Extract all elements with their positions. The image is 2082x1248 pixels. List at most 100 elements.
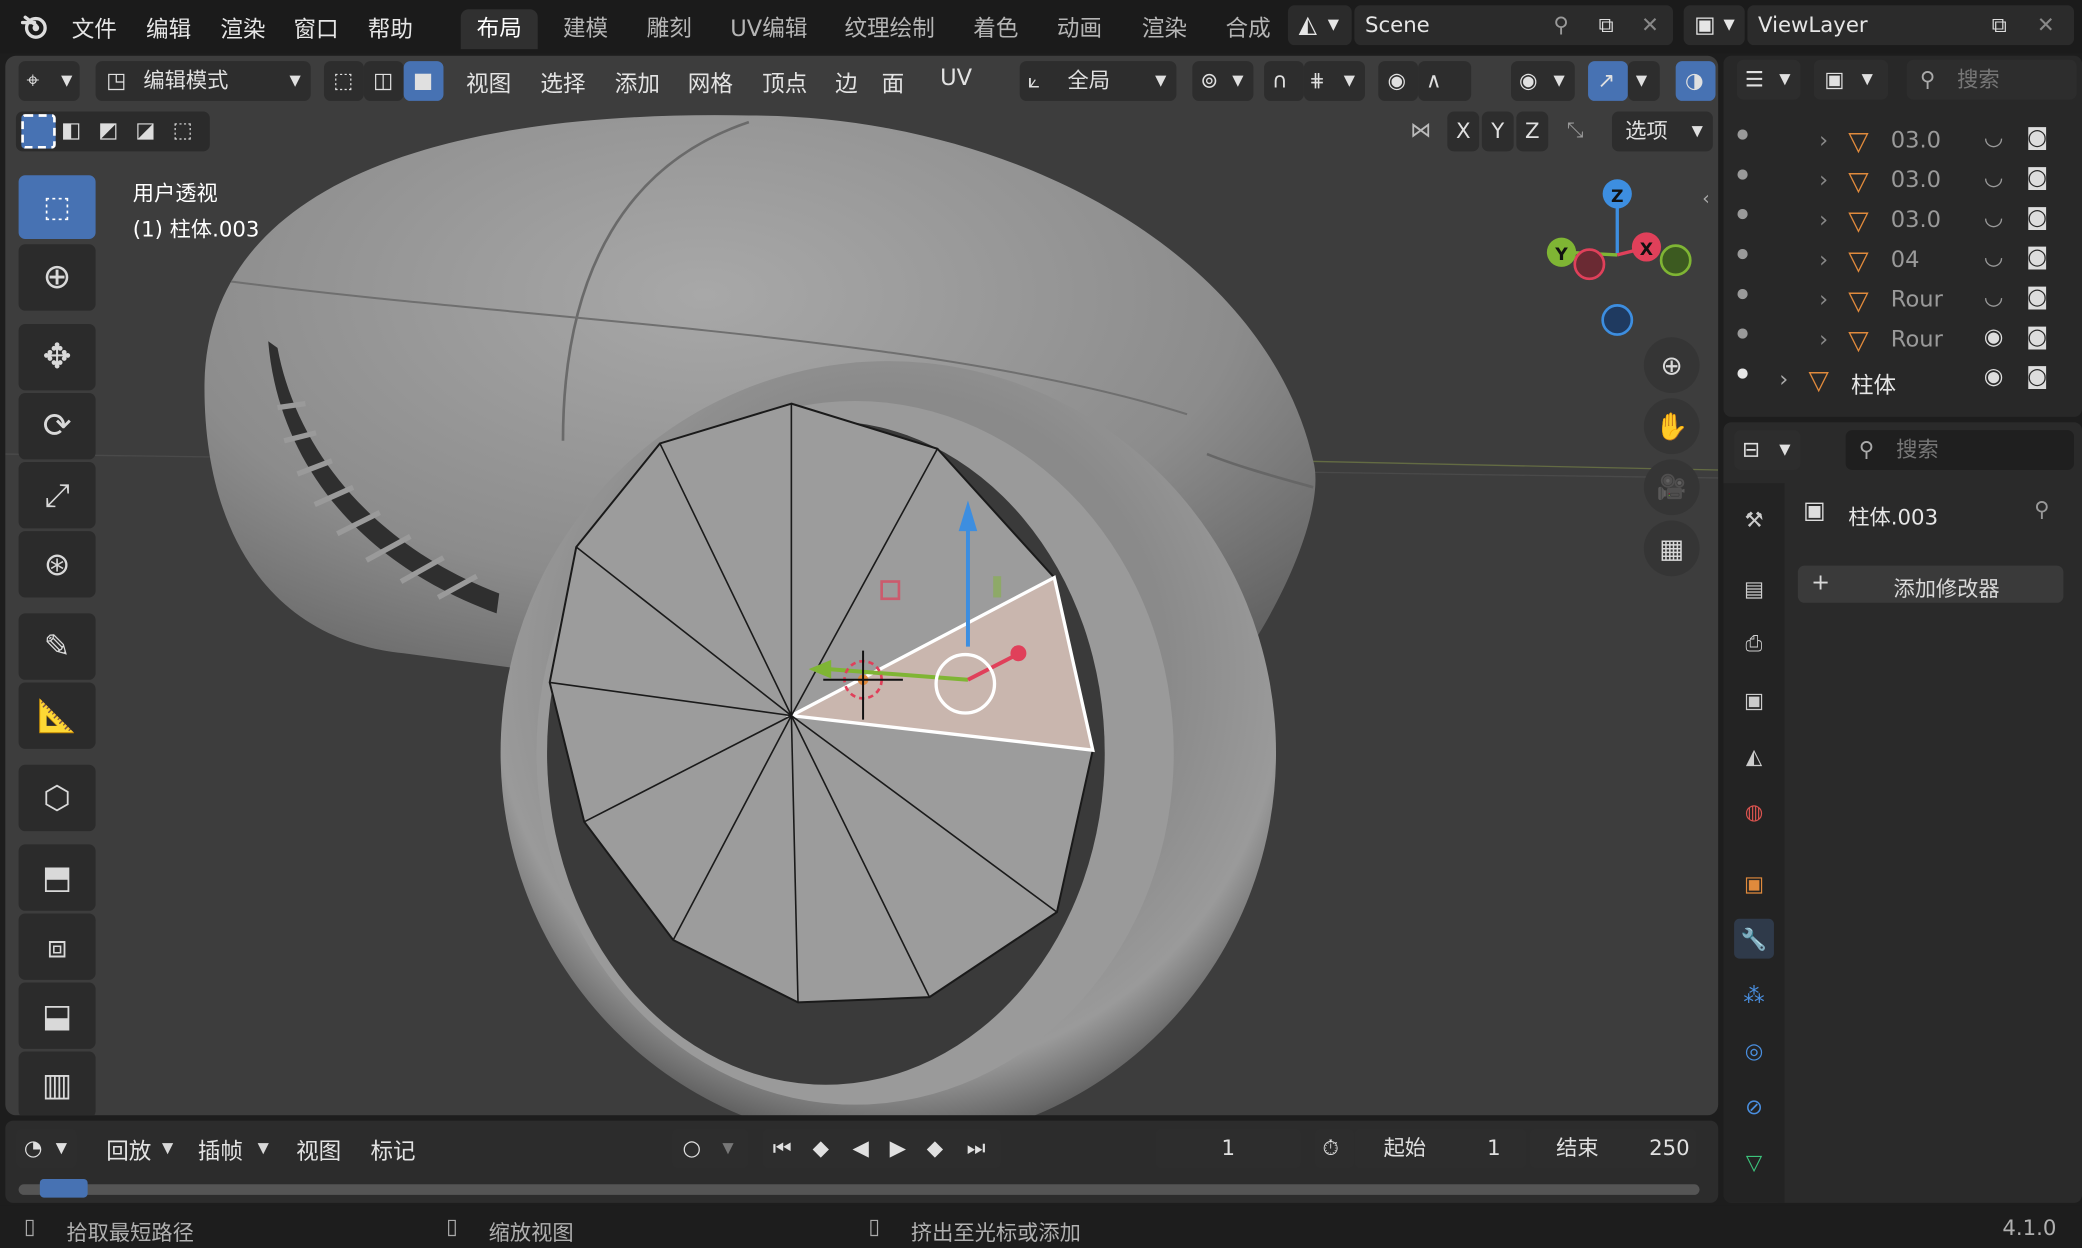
outliner-row[interactable]: ● › ▽ Rour ◡ ◙ [1723, 281, 2082, 321]
menu-uv[interactable]: UV [940, 65, 972, 92]
menu-edge[interactable]: 边 [835, 65, 858, 99]
mode-dropdown[interactable]: ◳ 编辑模式 ▼ [95, 61, 311, 101]
scene-name-field[interactable]: Scene ⚲ ⧉ ✕ [1354, 5, 1674, 46]
camera-icon[interactable]: ◙ [2026, 364, 2048, 391]
transform-tool[interactable]: ⊛ [18, 531, 96, 598]
tab-world[interactable]: ◍ [1734, 791, 1774, 831]
camera-icon[interactable]: ◙ [2026, 165, 2048, 192]
auto-keying-toggle[interactable]: ○ ▼ [671, 1128, 749, 1169]
play-reverse-icon[interactable]: ◀ [852, 1129, 868, 1169]
options-dropdown[interactable]: 选项 ▼ [1611, 111, 1713, 152]
measure-tool[interactable]: 📐 [18, 682, 96, 749]
outliner-row[interactable]: ● › ▽ 03.0 ◡ ◙ [1723, 122, 2082, 162]
expand-arrow-icon[interactable]: › [1819, 287, 1828, 314]
properties-editor[interactable]: ⊟ ▼ ⚲ 搜索 ⚒ ▤ ⎙ ▣ ◭ ◍ ▣ 🔧 ⁂ ◎ ⊘ ▽ ▣ 柱体.00… [1723, 422, 2082, 1203]
outliner-row[interactable]: ● › ▽ 04 ◡ ◙ [1723, 242, 2082, 282]
outliner-row[interactable]: ● › ▽ 03.0 ◡ ◙ [1723, 162, 2082, 202]
outliner[interactable]: ☰ ▼ ▣ ▼ ⚲ 搜索 ● › ▽ 03.0 ◡ ◙ ● › ▽ 03.0 ◡… [1723, 55, 2082, 417]
tab-view-layer[interactable]: ▣ [1734, 680, 1774, 720]
menu-keying[interactable]: 插帧 [198, 1133, 243, 1166]
menu-face[interactable]: 面 [882, 65, 905, 99]
mirror-y-toggle[interactable]: Y [1481, 111, 1514, 152]
select-tool[interactable]: ⬚ [18, 175, 96, 239]
tab-particles[interactable]: ⁂ [1734, 975, 1774, 1015]
outliner-row[interactable]: ● › ▽ Rour ◉ ◙ [1723, 321, 2082, 361]
loop-cut-tool[interactable]: ▥ [18, 1051, 96, 1116]
blender-logo-icon[interactable] [19, 11, 51, 43]
snap-target-button[interactable]: ⋕ ▼ [1303, 61, 1365, 101]
camera-icon[interactable]: ◙ [2026, 204, 2048, 231]
jump-start-icon[interactable]: ⏮ [773, 1129, 792, 1169]
gizmo-toggle[interactable]: ↗ [1588, 61, 1628, 101]
current-frame-field[interactable]: 1 [1155, 1128, 1302, 1169]
menu-edit[interactable]: 编辑 [146, 11, 191, 44]
select-subtract-icon[interactable]: ◩ [98, 117, 118, 142]
close-icon[interactable]: ✕ [2037, 5, 2055, 45]
zoom-button[interactable]: ⊕ [1643, 337, 1700, 393]
next-keyframe-icon[interactable]: ◆ [927, 1129, 943, 1169]
menu-file[interactable]: 文件 [72, 11, 117, 44]
gizmo-dropdown[interactable]: ▼ [1627, 61, 1660, 101]
duplicate-viewlayer-icon[interactable]: ⧉ [1992, 5, 2007, 45]
outliner-search-input[interactable]: ⚲ 搜索 [1906, 59, 2077, 100]
tab-constraints[interactable]: ⊘ [1734, 1086, 1774, 1126]
pivot-point-button[interactable]: ⊚ ▼ [1192, 61, 1254, 101]
close-icon[interactable]: ✕ [1641, 5, 1659, 45]
select-extend-icon[interactable]: ◧ [61, 117, 81, 142]
rotate-tool[interactable]: ⟳ [18, 392, 96, 460]
tab-texture-paint[interactable]: 纹理绘制 [829, 9, 951, 49]
duplicate-scene-icon[interactable]: ⧉ [1599, 5, 1614, 45]
vertex-select-button[interactable]: ⬚ [323, 61, 364, 101]
current-frame-indicator[interactable] [39, 1178, 88, 1198]
eye-closed-icon[interactable]: ◡ [1984, 165, 2004, 192]
tab-object[interactable]: ▣ [1734, 863, 1774, 903]
eye-closed-icon[interactable]: ◡ [1984, 125, 2004, 152]
tab-rendering[interactable]: 渲染 [1126, 9, 1203, 49]
menu-marker[interactable]: 标记 [370, 1133, 415, 1166]
overlay-toggle[interactable]: ◑ [1675, 61, 1716, 101]
face-select-button[interactable]: ■ [403, 61, 444, 101]
prev-keyframe-icon[interactable]: ◆ [813, 1129, 829, 1169]
menu-render[interactable]: 渲染 [220, 11, 265, 44]
properties-editor-type[interactable]: ⊟ ▼ [1734, 430, 1801, 471]
eye-closed-icon[interactable]: ◡ [1984, 204, 2004, 231]
use-preview-range-toggle[interactable]: ⏱ [1314, 1128, 1355, 1169]
menu-mesh[interactable]: 网格 [688, 65, 733, 99]
select-box-icon[interactable] [21, 114, 56, 149]
falloff-button[interactable]: ∧ [1418, 61, 1472, 101]
tab-physics[interactable]: ◎ [1734, 1030, 1774, 1070]
viewlayer-name-field[interactable]: ViewLayer ⧉ ✕ [1747, 5, 2075, 46]
edge-select-button[interactable]: ◫ [363, 61, 404, 101]
tab-animation[interactable]: 动画 [1041, 9, 1118, 49]
camera-icon[interactable]: ◙ [2026, 244, 2048, 271]
outliner-row[interactable]: ● › ▽ 03.0 ◡ ◙ [1723, 202, 2082, 242]
tab-shading[interactable]: 着色 [957, 9, 1034, 49]
3d-viewport[interactable]: Z Y X ⌖ ▼ ◳ 编辑模式 ▼ ⬚ ◫ ■ 视图 选择 添加 网格 顶点 … [5, 55, 1719, 1116]
viewport-scene[interactable]: Z Y X [5, 56, 1719, 1116]
navigation-gizmo[interactable]: Z Y X [1546, 179, 1692, 336]
eye-closed-icon[interactable]: ◡ [1984, 284, 2004, 311]
expand-arrow-icon[interactable]: › [1819, 207, 1828, 234]
menu-view[interactable]: 视图 [296, 1133, 341, 1166]
scale-tool[interactable]: ⤢ [18, 462, 96, 529]
menu-help[interactable]: 帮助 [368, 11, 413, 44]
visibility-dropdown[interactable]: ◉ ▼ [1511, 61, 1575, 101]
menu-add[interactable]: 添加 [615, 65, 660, 99]
bevel-tool[interactable]: ⬓ [18, 982, 96, 1049]
topology-mirror-icon[interactable]: ⤡ [1567, 117, 1584, 144]
annotate-tool[interactable]: ✎ [18, 613, 96, 680]
frame-end-field[interactable]: 结束 250 [1529, 1128, 1697, 1169]
camera-icon[interactable]: ◙ [2026, 125, 2048, 152]
outliner-row[interactable]: ● › ▽ 柱体 ◉ ◙ [1723, 361, 2082, 401]
camera-view-button[interactable]: 🎥 [1643, 459, 1700, 516]
tab-scene[interactable]: ◭ [1734, 736, 1774, 776]
menu-select[interactable]: 选择 [540, 65, 585, 99]
menu-window[interactable]: 窗口 [293, 11, 338, 44]
mirror-x-toggle[interactable]: X [1447, 111, 1480, 152]
expand-arrow-icon[interactable]: › [1819, 167, 1828, 194]
expand-arrow-icon[interactable]: › [1819, 247, 1828, 274]
expand-arrow-icon[interactable]: › [1819, 327, 1828, 354]
eye-closed-icon[interactable]: ◡ [1984, 244, 2004, 271]
mirror-z-toggle[interactable]: Z [1516, 111, 1549, 152]
outliner-editor-type[interactable]: ☰ ▼ [1736, 59, 1801, 100]
